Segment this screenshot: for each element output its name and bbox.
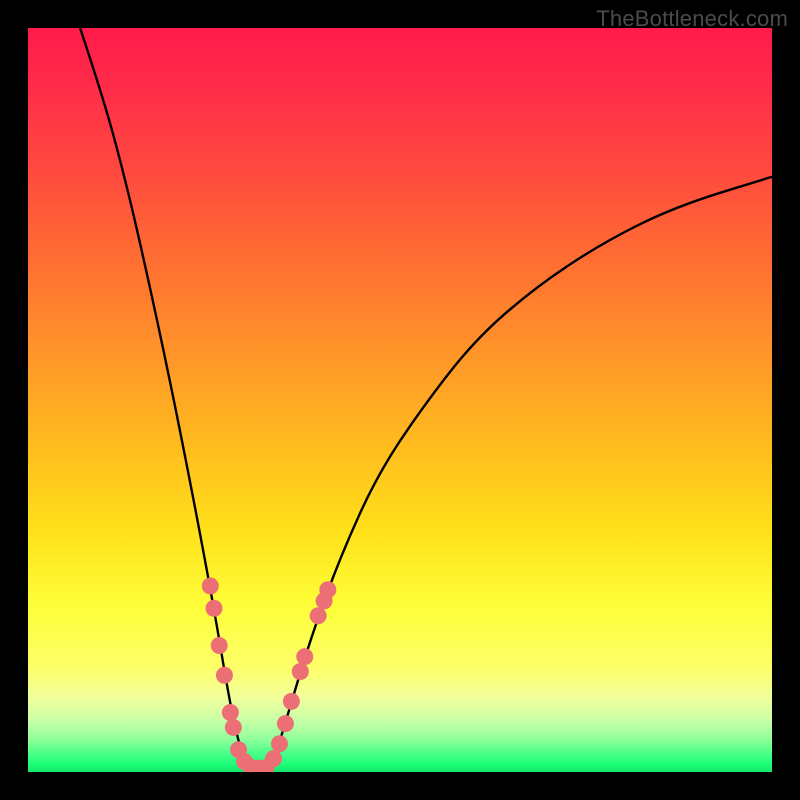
- scatter-point: [222, 704, 239, 721]
- scatter-point: [310, 607, 327, 624]
- scatter-point: [225, 719, 242, 736]
- scatter-point: [206, 600, 223, 617]
- scatter-point: [319, 581, 336, 598]
- scatter-point: [277, 715, 294, 732]
- chart-frame: TheBottleneck.com: [0, 0, 800, 800]
- watermark-text: TheBottleneck.com: [596, 6, 788, 32]
- chart-svg: [28, 28, 772, 772]
- plot-area: [28, 28, 772, 772]
- scatter-point: [283, 693, 300, 710]
- scatter-point: [202, 578, 219, 595]
- scatter-point: [265, 750, 282, 767]
- scatter-point: [271, 735, 288, 752]
- scatter-point: [211, 637, 228, 654]
- scatter-point: [216, 667, 233, 684]
- bottleneck-curve: [80, 28, 772, 768]
- scatter-markers: [202, 578, 337, 773]
- scatter-point: [296, 648, 313, 665]
- scatter-point: [292, 663, 309, 680]
